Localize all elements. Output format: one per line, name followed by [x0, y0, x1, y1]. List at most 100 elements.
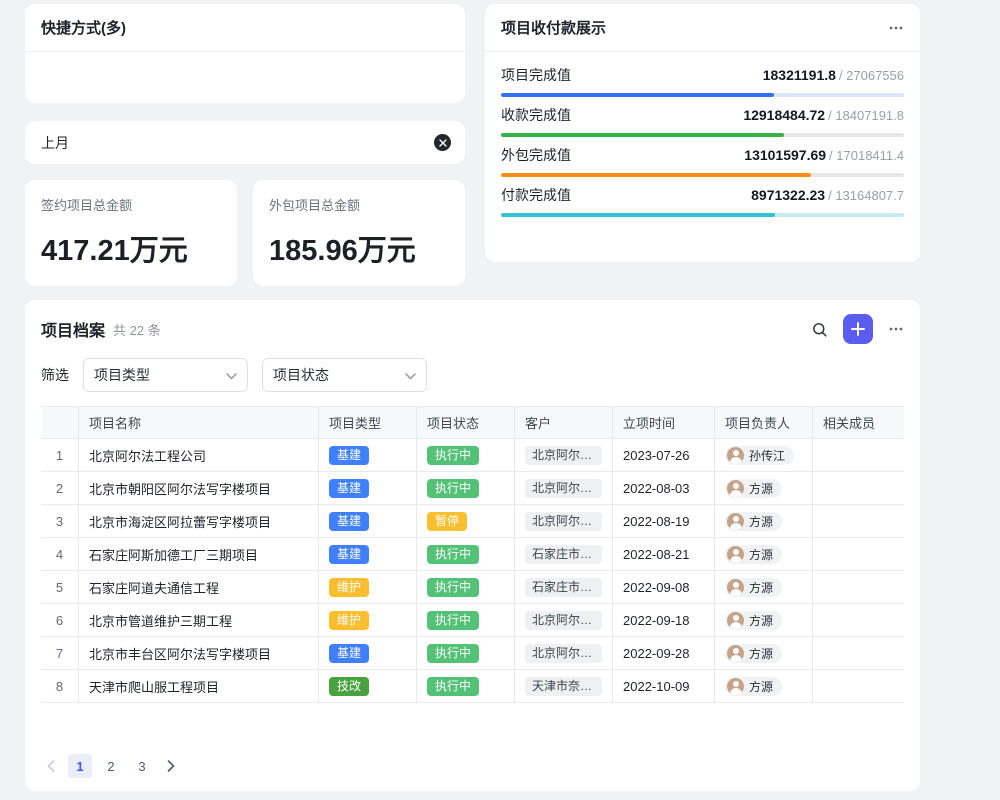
project-type-badge: 基建	[329, 644, 369, 663]
progress-label: 外包完成值	[501, 145, 571, 165]
owner-chip: 方源	[725, 644, 782, 663]
customer-tag: 石家庄市A…	[525, 545, 602, 564]
project-status-badge: 暂停	[427, 512, 467, 531]
payments-card: 项目收付款展示 项目完成值 18321191.8/ 27067556 收款完成值…	[485, 4, 920, 262]
chevron-left-icon[interactable]	[41, 754, 61, 778]
row-index: 3	[41, 505, 79, 537]
progress-label: 付款完成值	[501, 185, 571, 205]
avatar	[727, 447, 744, 464]
owner-chip: 方源	[725, 611, 782, 630]
owner-chip: 孙传江	[725, 446, 794, 465]
table-header-row: 项目名称 项目类型 项目状态 客户 立项时间 项目负责人 相关成员	[41, 407, 904, 439]
project-type-badge: 维护	[329, 611, 369, 630]
owner-name: 方源	[749, 645, 773, 662]
project-name-cell: 北京市朝阳区阿尔法写字楼项目	[79, 472, 319, 504]
progress-label: 项目完成值	[501, 65, 571, 85]
project-type-badge: 维护	[329, 578, 369, 597]
col-start-date[interactable]: 立项时间	[613, 407, 715, 438]
row-index: 8	[41, 670, 79, 702]
project-name-cell: 石家庄阿道夫通信工程	[79, 571, 319, 603]
avatar	[727, 513, 744, 530]
projects-table: 项目名称 项目类型 项目状态 客户 立项时间 项目负责人 相关成员 1 北京阿尔…	[41, 406, 904, 703]
page-button-3[interactable]: 3	[130, 754, 154, 778]
project-name-cell: 北京市海淀区阿拉蕾写字楼项目	[79, 505, 319, 537]
table-row[interactable]: 7 北京市丰台区阿尔法写字楼项目 基建 执行中 北京阿尔法… 2022-09-2…	[41, 637, 904, 670]
owner-name: 方源	[749, 546, 773, 563]
page-button-1[interactable]: 1	[68, 754, 92, 778]
col-project-name[interactable]: 项目名称	[79, 407, 319, 438]
clear-filter-icon[interactable]	[434, 134, 451, 151]
avatar	[727, 678, 744, 695]
customer-tag: 北京阿尔法…	[525, 644, 602, 663]
project-status-badge: 执行中	[427, 644, 479, 663]
col-members[interactable]: 相关成员	[813, 407, 904, 438]
col-project-type[interactable]: 项目类型	[319, 407, 417, 438]
members-cell	[813, 637, 904, 669]
progress-row: 收款完成值 12918484.72/ 18407191.8	[501, 105, 904, 145]
quick-filter-value: 上月	[41, 133, 69, 153]
project-name-cell: 北京阿尔法工程公司	[79, 439, 319, 471]
chevron-right-icon[interactable]	[161, 754, 181, 778]
start-date-cell: 2022-08-21	[613, 538, 715, 570]
project-status-badge: 执行中	[427, 578, 479, 597]
owner-name: 方源	[749, 513, 773, 530]
progress-track	[501, 173, 904, 177]
progress-fill	[501, 93, 774, 97]
more-icon[interactable]	[888, 20, 904, 36]
col-owner[interactable]: 项目负责人	[715, 407, 813, 438]
project-type-select[interactable]: 项目类型	[83, 358, 248, 392]
owner-name: 方源	[749, 678, 773, 695]
project-status-badge: 执行中	[427, 479, 479, 498]
col-customer[interactable]: 客户	[515, 407, 613, 438]
project-name-cell: 天津市爬山服工程项目	[79, 670, 319, 702]
members-cell	[813, 472, 904, 504]
project-archive-card: 项目档案 共 22 条 筛选 项目类型 项目状态 项目名称	[25, 300, 920, 791]
table-row[interactable]: 1 北京阿尔法工程公司 基建 执行中 北京阿尔法… 2023-07-26 孙传江	[41, 439, 904, 472]
filter-label: 筛选	[41, 365, 69, 385]
table-row[interactable]: 4 石家庄阿斯加德工厂三期项目 基建 执行中 石家庄市A… 2022-08-21…	[41, 538, 904, 571]
progress-value: 18321191.8/ 27067556	[763, 67, 904, 85]
progress-value: 8971322.23/ 13164807.7	[751, 187, 904, 205]
outsourced-total-label: 外包项目总金额	[269, 195, 449, 214]
avatar	[727, 645, 744, 662]
progress-track	[501, 213, 904, 217]
page-button-2[interactable]: 2	[99, 754, 123, 778]
row-index: 6	[41, 604, 79, 636]
table-row[interactable]: 6 北京市管道维护三期工程 维护 执行中 北京阿尔法… 2022-09-18 方…	[41, 604, 904, 637]
add-record-button[interactable]	[843, 314, 873, 344]
project-type-badge: 基建	[329, 545, 369, 564]
row-index: 7	[41, 637, 79, 669]
payments-card-title: 项目收付款展示	[501, 17, 606, 38]
project-type-badge: 基建	[329, 512, 369, 531]
project-status-badge: 执行中	[427, 446, 479, 465]
owner-chip: 方源	[725, 677, 782, 696]
table-row[interactable]: 2 北京市朝阳区阿尔法写字楼项目 基建 执行中 北京阿尔法… 2022-08-0…	[41, 472, 904, 505]
col-project-status[interactable]: 项目状态	[417, 407, 515, 438]
owner-name: 方源	[749, 612, 773, 629]
quick-filter-bar[interactable]: 上月	[25, 121, 465, 164]
members-cell	[813, 505, 904, 537]
project-type-badge: 基建	[329, 446, 369, 465]
table-row[interactable]: 5 石家庄阿道夫通信工程 维护 执行中 石家庄市A县 2022-09-08 方源	[41, 571, 904, 604]
payments-card-header: 项目收付款展示	[485, 4, 920, 52]
signed-total-label: 签约项目总金额	[41, 195, 221, 214]
table-row[interactable]: 3 北京市海淀区阿拉蕾写字楼项目 基建 暂停 北京阿尔法… 2022-08-19…	[41, 505, 904, 538]
project-status-badge: 执行中	[427, 545, 479, 564]
search-icon[interactable]	[811, 321, 828, 338]
avatar	[727, 612, 744, 629]
row-index: 4	[41, 538, 79, 570]
members-cell	[813, 604, 904, 636]
row-index: 2	[41, 472, 79, 504]
owner-chip: 方源	[725, 578, 782, 597]
progress-row: 付款完成值 8971322.23/ 13164807.7	[501, 185, 904, 225]
more-icon[interactable]	[888, 321, 904, 337]
progress-track	[501, 93, 904, 97]
progress-row: 项目完成值 18321191.8/ 27067556	[501, 65, 904, 105]
project-status-badge: 执行中	[427, 677, 479, 696]
table-row[interactable]: 8 天津市爬山服工程项目 技改 执行中 天津市奈文… 2022-10-09 方源	[41, 670, 904, 703]
progress-fill	[501, 213, 775, 217]
project-status-select[interactable]: 项目状态	[262, 358, 427, 392]
members-cell	[813, 538, 904, 570]
project-name-cell: 北京市管道维护三期工程	[79, 604, 319, 636]
avatar	[727, 480, 744, 497]
